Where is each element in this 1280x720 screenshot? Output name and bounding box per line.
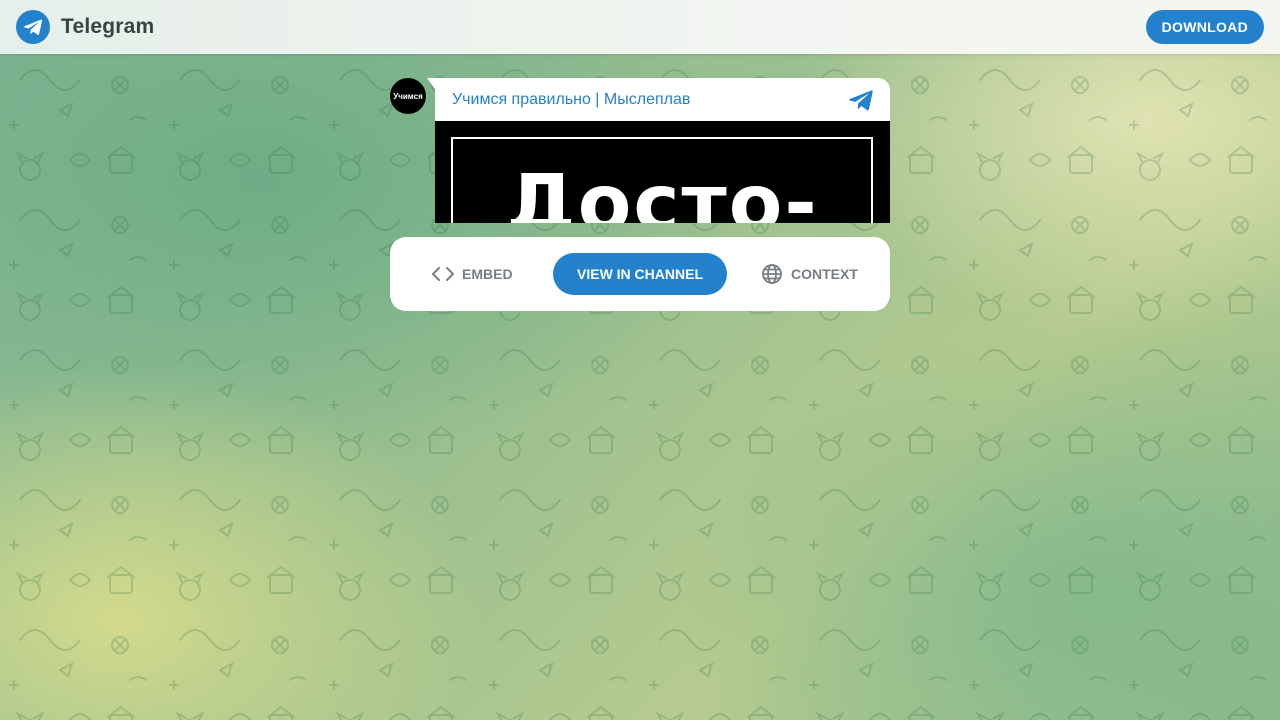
message-card: Учимся правильно | Мыслеплав Досто-	[435, 78, 890, 223]
post-image-text: Досто-	[506, 159, 819, 223]
top-bar: Telegram DOWNLOAD	[0, 0, 1280, 54]
embed-label: EMBED	[462, 266, 513, 282]
post-image[interactable]: Досто-	[435, 121, 890, 223]
download-button[interactable]: DOWNLOAD	[1145, 10, 1264, 44]
page: Telegram DOWNLOAD Учимся Учимся правильн…	[0, 0, 1280, 720]
globe-icon	[762, 264, 782, 284]
view-in-channel-button[interactable]: VIEW IN CHANNEL	[553, 253, 727, 295]
action-bar: EMBED VIEW IN CHANNEL CONTEXT	[390, 237, 890, 311]
telegram-plane-icon[interactable]	[848, 89, 874, 111]
telegram-logo-icon	[16, 10, 50, 44]
code-icon	[432, 267, 454, 281]
context-button[interactable]: CONTEXT	[761, 237, 858, 311]
channel-name-link[interactable]: Учимся правильно | Мыслеплав	[452, 91, 690, 109]
brand-name: Telegram	[61, 15, 155, 38]
telegram-logo-link[interactable]: Telegram	[16, 10, 154, 44]
context-label: CONTEXT	[791, 266, 858, 282]
channel-avatar[interactable]: Учимся	[390, 78, 426, 114]
embed-button[interactable]: EMBED	[432, 237, 513, 311]
